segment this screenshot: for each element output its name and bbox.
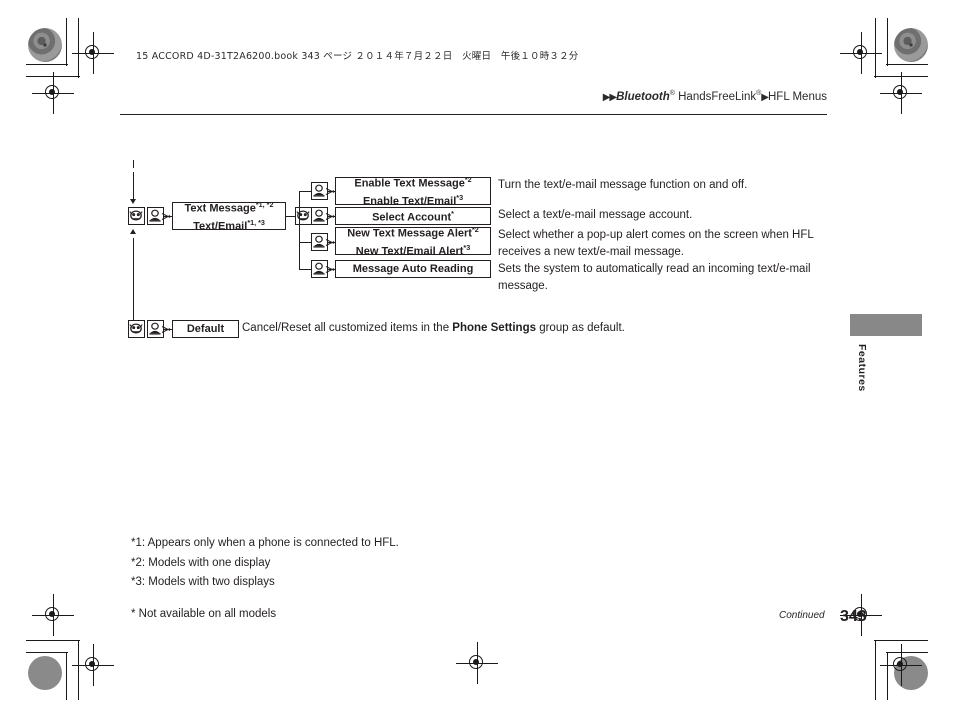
section-tab-bar	[850, 314, 922, 336]
description-enable-text-message: Turn the text/e-mail message function on…	[498, 179, 748, 191]
page-number: 343	[840, 608, 867, 625]
flow-line	[133, 172, 135, 200]
registration-mark-bottom-center	[456, 642, 498, 684]
flow-arrow-right-icon	[326, 265, 334, 274]
footnote-3: *3: Models with two displays	[131, 576, 275, 588]
menu-node-line1: Text Message*1, *2	[184, 200, 274, 215]
footnotes: *1: Appears only when a phone is connect…	[131, 534, 399, 593]
menu-node-new-text-message-alert[interactable]: New Text Message Alert*2 New Text/Email …	[335, 225, 491, 258]
flow-line	[133, 238, 135, 320]
description-text: group as default.	[536, 322, 625, 334]
description-bold-phone-settings: Phone Settings	[452, 322, 536, 334]
flow-arrow-up-icon	[129, 229, 136, 234]
description-default: Cancel/Reset all customized items in the…	[242, 320, 672, 337]
flow-line	[286, 216, 295, 218]
flow-arrow-right-icon	[162, 212, 170, 221]
description-select-account: Select a text/e-mail message account.	[498, 209, 693, 221]
section-tab-label: Features	[856, 344, 868, 392]
menu-node-line1: Default	[186, 323, 225, 335]
crop-line	[26, 640, 80, 642]
description-line: receives a new text/e-mail message.	[498, 245, 684, 258]
phone-pickup-button-icon[interactable]	[295, 207, 312, 225]
menu-node-message-auto-reading[interactable]: Message Auto Reading	[335, 260, 491, 278]
flow-line	[299, 191, 311, 193]
footnote-1: *1: Appears only when a phone is connect…	[131, 537, 399, 549]
menu-node-line1: Enable Text Message*2	[354, 175, 472, 190]
flow-branch-trunk	[299, 191, 301, 216]
flow-arrow-down-icon	[129, 199, 136, 204]
print-density-blob-bottom-left	[28, 656, 62, 690]
footnote-asterisk: * Not available on all models	[131, 608, 277, 620]
menu-node-default[interactable]: Default	[172, 320, 239, 338]
menu-node-enable-text-message[interactable]: Enable Text Message*2 Enable Text/Email*…	[335, 175, 491, 208]
menu-node-line2: New Text/Email Alert*3	[355, 243, 471, 258]
flow-line	[299, 269, 311, 271]
flow-line	[133, 160, 135, 168]
menu-node-line1: Select Account*	[372, 209, 454, 224]
flow-arrow-right-icon	[326, 238, 334, 247]
description-line: Select whether a pop-up alert comes on t…	[498, 229, 814, 241]
menu-node-select-account[interactable]: Select Account*	[335, 207, 491, 225]
footnote-2: *2: Models with one display	[131, 556, 271, 569]
manual-page: 15 ACCORD 4D-31T2A6200.book 343 ページ ２０１４…	[0, 0, 954, 718]
description-new-text-message-alert: Select whether a pop-up alert comes on t…	[498, 227, 838, 260]
crop-line	[874, 640, 928, 642]
registration-mark-bottom-left	[72, 644, 114, 686]
flow-line	[299, 242, 311, 244]
menu-node-line1: Message Auto Reading	[352, 263, 474, 275]
description-line: message.	[498, 279, 548, 292]
menu-node-line1: New Text Message Alert*2	[347, 225, 479, 240]
continued-label: Continued	[779, 610, 825, 621]
crop-line	[26, 652, 68, 654]
registration-mark-left-lower	[32, 594, 74, 636]
crop-line	[875, 640, 877, 700]
phone-pickup-button-icon[interactable]	[128, 207, 145, 225]
description-line: Sets the system to automatically read an…	[498, 263, 811, 275]
menu-node-line2: Enable Text/Email*3	[362, 193, 464, 208]
menu-node-line2: Text/Email*1, *3	[193, 218, 265, 233]
flow-arrow-right-icon	[162, 325, 170, 334]
flow-arrow-right-icon	[326, 187, 334, 196]
description-message-auto-reading: Sets the system to automatically read an…	[498, 261, 838, 294]
description-text: Cancel/Reset all customized items in the	[242, 322, 453, 334]
crop-line	[66, 652, 68, 700]
flow-arrow-right-icon	[326, 212, 334, 221]
phone-pickup-button-icon[interactable]	[128, 320, 145, 338]
hfl-menu-flow-diagram: Text Message*1, *2 Text/Email*1, *3 Enab…	[0, 0, 954, 400]
registration-mark-bottom-right	[880, 644, 922, 686]
menu-node-text-message[interactable]: Text Message*1, *2 Text/Email*1, *3	[172, 200, 286, 233]
